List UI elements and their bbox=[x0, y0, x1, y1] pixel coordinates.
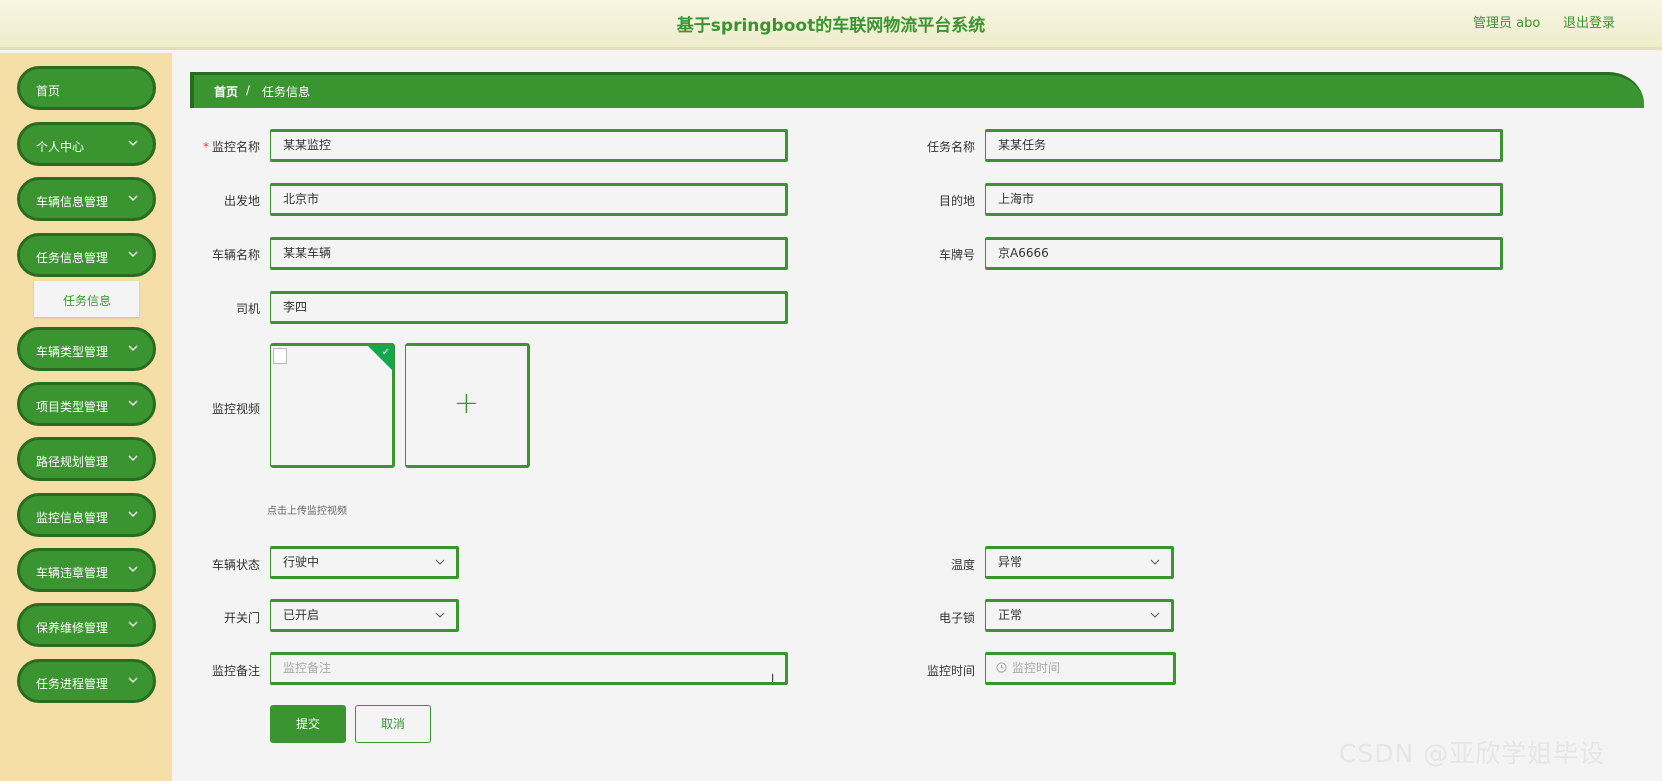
destination-label: 目的地 bbox=[938, 194, 975, 208]
upload-video-button[interactable]: + bbox=[405, 343, 530, 468]
sidebar-item-vehicle-violation[interactable]: 车辆违章管理 bbox=[17, 548, 156, 592]
app-title: 基于springboot的车联网物流平台系统 bbox=[676, 16, 986, 36]
submenu-item-task-info[interactable]: 任务信息 bbox=[34, 281, 139, 317]
cancel-button[interactable]: 取消 bbox=[355, 705, 431, 743]
clock-icon bbox=[996, 662, 1007, 673]
sidebar-item-home[interactable]: 首页 bbox=[17, 66, 156, 110]
sidebar-item-label: 个人中心 bbox=[36, 140, 85, 154]
temperature-label: 温度 bbox=[950, 558, 975, 572]
text-cursor-icon: I bbox=[771, 672, 775, 685]
door-switch-select[interactable]: 已开启 bbox=[270, 599, 459, 632]
chevron-down-icon bbox=[127, 618, 139, 630]
sidebar-item-label: 车辆信息管理 bbox=[36, 195, 109, 209]
sidebar-item-label: 车辆类型管理 bbox=[36, 345, 109, 359]
chevron-down-icon bbox=[1149, 610, 1161, 620]
destination-input[interactable]: 上海市 bbox=[985, 183, 1503, 216]
chevron-down-icon bbox=[127, 137, 139, 149]
electronic-lock-value: 正常 bbox=[998, 608, 1023, 622]
temperature-select[interactable]: 异常 bbox=[985, 546, 1174, 579]
monitor-time-picker[interactable]: 监控时间 bbox=[985, 652, 1176, 685]
upload-hint: 点击上传监控视频 bbox=[267, 506, 347, 517]
chevron-down-icon bbox=[127, 248, 139, 260]
chevron-down-icon bbox=[1149, 557, 1161, 567]
electronic-lock-label: 电子锁 bbox=[938, 611, 975, 625]
chevron-down-icon bbox=[127, 342, 139, 354]
driver-input[interactable]: 李四 bbox=[270, 291, 788, 324]
sidebar-item-task-info[interactable]: 任务信息管理 bbox=[17, 233, 156, 277]
check-icon: ✓ bbox=[381, 347, 390, 358]
electronic-lock-select[interactable]: 正常 bbox=[985, 599, 1174, 632]
plate-number-input[interactable]: 京A6666 bbox=[985, 237, 1503, 270]
sidebar-item-label: 车辆违章管理 bbox=[36, 566, 109, 580]
chevron-down-icon bbox=[127, 452, 139, 464]
door-switch-value: 已开启 bbox=[283, 608, 320, 622]
monitor-time-placeholder: 监控时间 bbox=[1012, 661, 1061, 675]
breadcrumb-home[interactable]: 首页 bbox=[214, 83, 238, 100]
top-header: 基于springboot的车联网物流平台系统 管理员 abo 退出登录 bbox=[0, 0, 1662, 50]
sidebar-item-project-type[interactable]: 项目类型管理 bbox=[17, 382, 156, 426]
breadcrumb-separator: / bbox=[246, 83, 251, 97]
sidebar-item-personal-center[interactable]: 个人中心 bbox=[17, 122, 156, 166]
sidebar-item-label: 首页 bbox=[36, 84, 61, 98]
current-user: 管理员 abo bbox=[1473, 16, 1541, 31]
plus-icon: + bbox=[453, 386, 480, 421]
sidebar-item-route-planning[interactable]: 路径规划管理 bbox=[17, 437, 156, 481]
vehicle-name-input[interactable]: 某某车辆 bbox=[270, 237, 788, 270]
monitor-name-label: * 监控名称 bbox=[202, 140, 260, 154]
uploaded-video-thumbnail[interactable]: ✓ bbox=[270, 343, 395, 468]
sidebar-item-maintenance[interactable]: 保养维修管理 bbox=[17, 603, 156, 647]
breadcrumb: 首页 / 任务信息 bbox=[190, 72, 1644, 108]
vehicle-name-label: 车辆名称 bbox=[211, 248, 260, 262]
monitor-name-input[interactable]: 某某监控 bbox=[270, 129, 788, 162]
breadcrumb-current: 任务信息 bbox=[262, 85, 311, 99]
sidebar-item-label: 项目类型管理 bbox=[36, 400, 109, 414]
vehicle-status-label: 车辆状态 bbox=[211, 558, 260, 572]
driver-label: 司机 bbox=[235, 302, 260, 316]
sidebar-item-label: 路径规划管理 bbox=[36, 455, 109, 469]
plate-number-label: 车牌号 bbox=[938, 248, 975, 262]
monitor-video-label: 监控视频 bbox=[211, 402, 260, 416]
door-switch-label: 开关门 bbox=[223, 611, 260, 625]
temperature-value: 异常 bbox=[998, 555, 1023, 569]
chevron-down-icon bbox=[127, 674, 139, 686]
task-name-input[interactable]: 某某任务 bbox=[985, 129, 1503, 162]
sidebar: 首页 个人中心 车辆信息管理 任务信息管理 任务信息 车辆类型管理 项目类型管理… bbox=[0, 53, 172, 781]
chevron-down-icon bbox=[434, 610, 446, 620]
sidebar-item-label: 监控信息管理 bbox=[36, 511, 109, 525]
sidebar-item-label: 任务进程管理 bbox=[36, 677, 109, 691]
vehicle-status-value: 行驶中 bbox=[283, 555, 320, 569]
chevron-down-icon bbox=[127, 397, 139, 409]
monitor-remark-label: 监控备注 bbox=[211, 664, 260, 678]
origin-label: 出发地 bbox=[223, 194, 260, 208]
chevron-down-icon bbox=[434, 557, 446, 567]
submit-button[interactable]: 提交 bbox=[270, 705, 346, 743]
sidebar-item-label: 任务信息管理 bbox=[36, 251, 109, 265]
vehicle-status-select[interactable]: 行驶中 bbox=[270, 546, 459, 579]
origin-input[interactable]: 北京市 bbox=[270, 183, 788, 216]
monitor-remark-input[interactable]: 监控备注 bbox=[270, 652, 788, 685]
sidebar-item-vehicle-type[interactable]: 车辆类型管理 bbox=[17, 327, 156, 371]
required-mark: * bbox=[202, 140, 209, 154]
monitor-time-label: 监控时间 bbox=[926, 664, 975, 678]
chevron-down-icon bbox=[127, 192, 139, 204]
sidebar-item-task-progress[interactable]: 任务进程管理 bbox=[17, 659, 156, 703]
chevron-down-icon bbox=[127, 508, 139, 520]
sidebar-item-monitor-info[interactable]: 监控信息管理 bbox=[17, 493, 156, 537]
sidebar-item-label: 保养维修管理 bbox=[36, 621, 109, 635]
logout-link[interactable]: 退出登录 bbox=[1563, 12, 1615, 31]
submenu-item-label: 任务信息 bbox=[63, 294, 112, 308]
watermark: CSDN @亚欣学姐毕设 bbox=[1339, 739, 1606, 768]
task-name-label: 任务名称 bbox=[926, 140, 975, 154]
sidebar-item-vehicle-info[interactable]: 车辆信息管理 bbox=[17, 177, 156, 221]
chevron-down-icon bbox=[127, 563, 139, 575]
broken-image-icon bbox=[273, 348, 287, 364]
